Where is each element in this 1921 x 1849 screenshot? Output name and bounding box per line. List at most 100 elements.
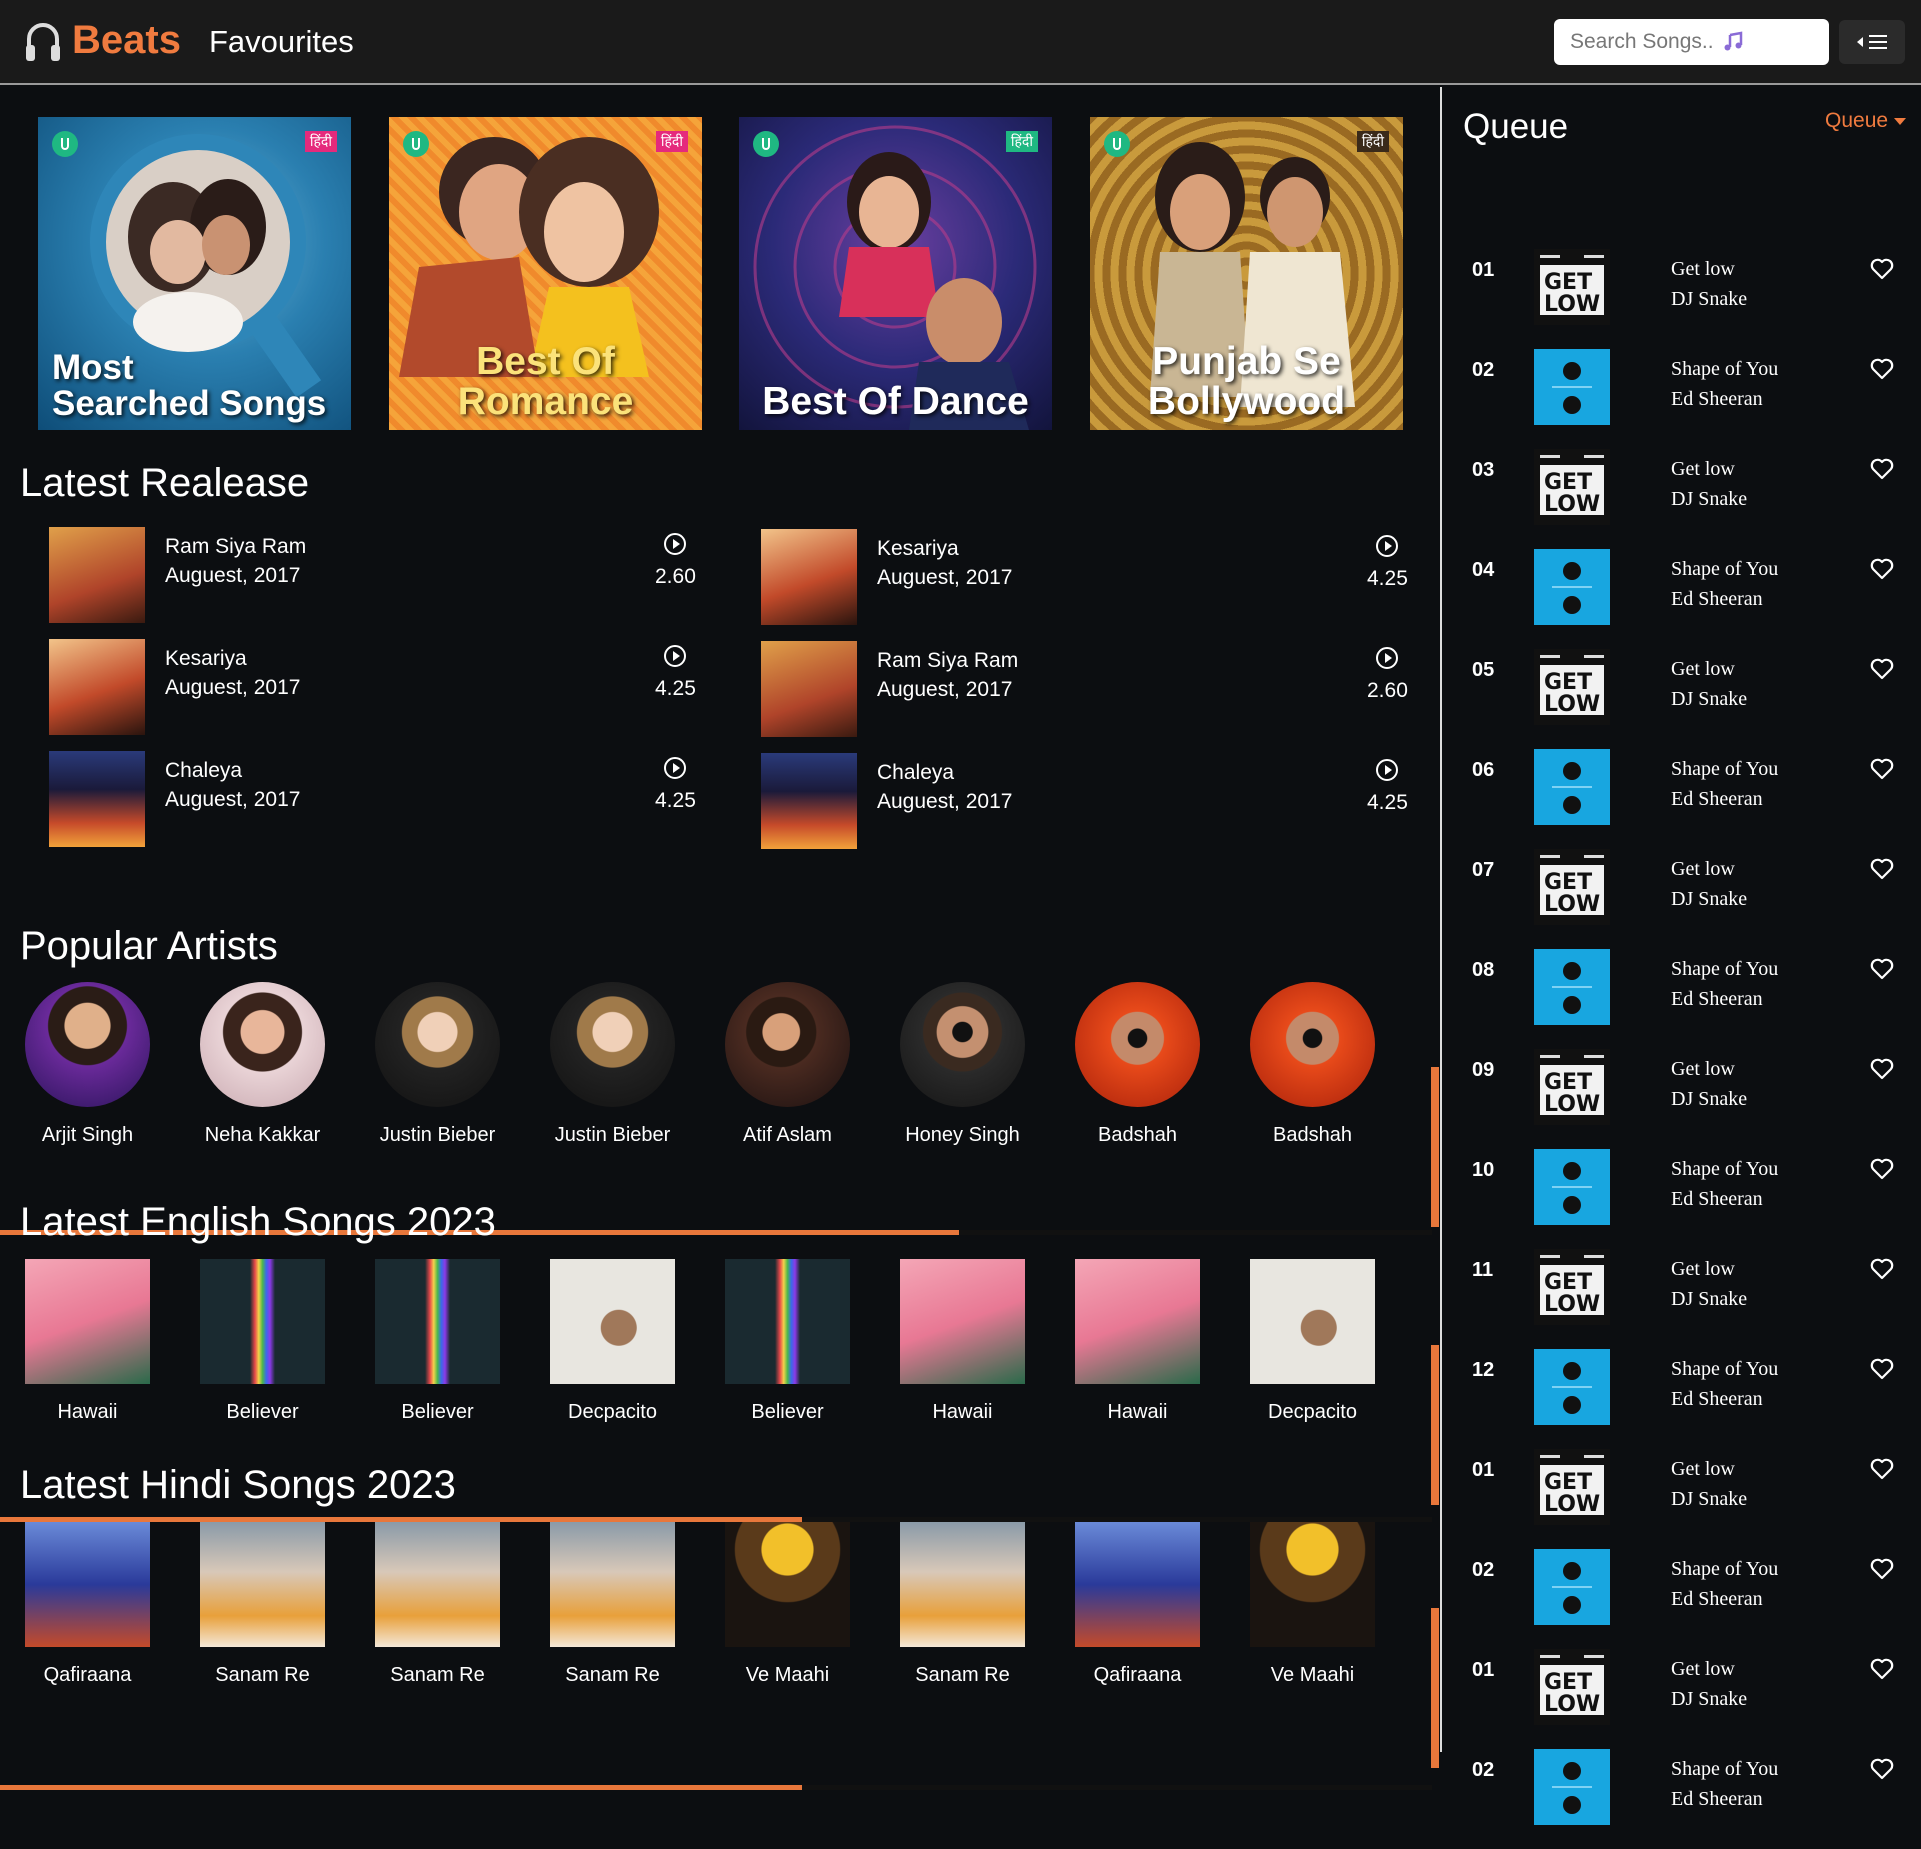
queue-song-title: Get low (1671, 258, 1735, 280)
search-input[interactable]: Search Songs.. (1554, 19, 1829, 65)
banner-best-of-dance[interactable]: हिंदी Best Of Dance (739, 117, 1052, 430)
artist-photo (375, 982, 500, 1107)
heart-icon[interactable] (1870, 1658, 1894, 1680)
artist-card[interactable]: Arjit Singh (0, 982, 175, 1147)
song-card[interactable]: Decpacito (525, 1259, 700, 1424)
queue-item[interactable]: 06 Shape of You Ed Sheeran (1442, 749, 1920, 849)
queue-item[interactable]: 12 Shape of You Ed Sheeran (1442, 1349, 1920, 1449)
vertical-scrollbar-thumb[interactable] (1431, 1608, 1439, 1768)
song-card[interactable]: Ve Maahi (1225, 1522, 1400, 1687)
hindi-songs-scrollbar-thumb[interactable] (0, 1785, 802, 1790)
heart-icon[interactable] (1870, 458, 1894, 480)
heart-icon[interactable] (1870, 1358, 1894, 1380)
play-icon[interactable] (1376, 647, 1398, 669)
release-item[interactable]: Ram Siya Ram Auguest, 2017 2.60 (21, 527, 696, 623)
artist-card[interactable]: Neha Kakkar (175, 982, 350, 1147)
artist-name: Badshah (1273, 1124, 1352, 1146)
heart-icon[interactable] (1870, 958, 1894, 980)
play-icon[interactable] (664, 645, 686, 667)
heart-icon[interactable] (1870, 858, 1894, 880)
song-card[interactable]: Hawaii (0, 1259, 175, 1424)
app-logo-icon (1104, 131, 1130, 157)
queue-item[interactable]: 02 Shape of You Ed Sheeran (1442, 1749, 1920, 1849)
artist-card[interactable]: Atif Aslam (700, 982, 875, 1147)
toggle-queue-button[interactable] (1839, 20, 1905, 64)
song-title: Decpacito (568, 1401, 657, 1423)
heart-icon[interactable] (1870, 358, 1894, 380)
song-card[interactable]: Sanam Re (175, 1522, 350, 1687)
artist-card[interactable]: Justin Bieber (525, 982, 700, 1147)
song-card[interactable]: Qafiraana (1050, 1522, 1225, 1687)
song-card[interactable]: Sanam Re (525, 1522, 700, 1687)
vertical-scrollbar-thumb[interactable] (1431, 1345, 1439, 1505)
queue-item[interactable]: 03 GET LOW Get low DJ Snake (1442, 449, 1920, 549)
heart-icon[interactable] (1870, 1458, 1894, 1480)
artist-card[interactable]: Honey Singh (875, 982, 1050, 1147)
artist-card[interactable]: Badshah (1050, 982, 1225, 1147)
release-item[interactable]: Kesariya Auguest, 2017 4.25 (21, 639, 696, 735)
banner-best-of-romance[interactable]: हिंदी Best Of Romance (389, 117, 702, 430)
release-item[interactable]: Ram Siya Ram Auguest, 2017 2.60 (733, 641, 1408, 737)
heart-icon[interactable] (1870, 558, 1894, 580)
queue-artist: Ed Sheeran (1671, 388, 1763, 410)
heart-icon[interactable] (1870, 758, 1894, 780)
queue-item[interactable]: 02 Shape of You Ed Sheeran (1442, 349, 1920, 449)
release-item[interactable]: Chaleya Auguest, 2017 4.25 (21, 751, 696, 847)
song-card[interactable]: Ve Maahi (700, 1522, 875, 1687)
play-icon[interactable] (1376, 535, 1398, 557)
song-card[interactable]: Hawaii (875, 1259, 1050, 1424)
artist-card[interactable]: Badshah (1225, 982, 1400, 1147)
hindi-songs-scrollbar[interactable] (0, 1785, 1432, 1790)
heart-icon[interactable] (1870, 1558, 1894, 1580)
release-date: Auguest, 2017 (165, 676, 301, 699)
queue-item[interactable]: 07 GET LOW Get low DJ Snake (1442, 849, 1920, 949)
artist-card[interactable]: Justin Bieber (350, 982, 525, 1147)
heart-icon[interactable] (1870, 1758, 1894, 1780)
queue-item[interactable]: 05 GET LOW Get low DJ Snake (1442, 649, 1920, 749)
heart-icon[interactable] (1870, 658, 1894, 680)
song-cover (900, 1522, 1025, 1647)
artist-name: Justin Bieber (379, 1124, 496, 1146)
song-card[interactable]: Sanam Re (350, 1522, 525, 1687)
song-card[interactable]: Believer (175, 1259, 350, 1424)
song-card[interactable]: Hawaii (1050, 1259, 1225, 1424)
queue-item[interactable]: 01 GET LOW Get low DJ Snake (1442, 1649, 1920, 1749)
song-card[interactable]: Sanam Re (875, 1522, 1050, 1687)
play-icon[interactable] (1376, 759, 1398, 781)
queue-item[interactable]: 04 Shape of You Ed Sheeran (1442, 549, 1920, 649)
banner-most-searched[interactable]: हिंदी Most Searched Songs (38, 117, 351, 430)
heart-icon[interactable] (1870, 1158, 1894, 1180)
song-title: Sanam Re (565, 1664, 660, 1686)
song-card[interactable]: Believer (700, 1259, 875, 1424)
play-icon[interactable] (664, 533, 686, 555)
vertical-scrollbar-thumb[interactable] (1431, 1067, 1439, 1227)
queue-song-title: Shape of You (1671, 558, 1779, 580)
release-item[interactable]: Kesariya Auguest, 2017 4.25 (733, 529, 1408, 625)
song-title: Believer (751, 1401, 824, 1423)
song-card[interactable]: Believer (350, 1259, 525, 1424)
language-badge: हिंदी (1005, 131, 1038, 152)
heart-icon[interactable] (1870, 1258, 1894, 1280)
heart-icon[interactable] (1870, 1058, 1894, 1080)
get-low-cover: GET LOW (1534, 1249, 1610, 1325)
play-icon[interactable] (664, 757, 686, 779)
song-cover (25, 1522, 150, 1647)
heart-icon[interactable] (1870, 258, 1894, 280)
song-cover (550, 1259, 675, 1384)
queue-dropdown[interactable]: Queue (1825, 109, 1907, 133)
queue-item[interactable]: 08 Shape of You Ed Sheeran (1442, 949, 1920, 1049)
queue-item[interactable]: 02 Shape of You Ed Sheeran (1442, 1549, 1920, 1649)
song-card[interactable]: Qafiraana (0, 1522, 175, 1687)
song-card[interactable]: Decpacito (1225, 1259, 1400, 1424)
queue-item[interactable]: 10 Shape of You Ed Sheeran (1442, 1149, 1920, 1249)
queue-item[interactable]: 11 GET LOW Get low DJ Snake (1442, 1249, 1920, 1349)
song-cover (200, 1259, 325, 1384)
nav-favourites-link[interactable]: Favourites (209, 24, 354, 60)
release-item[interactable]: Chaleya Auguest, 2017 4.25 (733, 753, 1408, 849)
brand[interactable]: Beats (24, 18, 181, 63)
queue-item[interactable]: 01 GET LOW Get low DJ Snake (1442, 249, 1920, 349)
queue-item[interactable]: 01 GET LOW Get low DJ Snake (1442, 1449, 1920, 1549)
banner-punjab-se-bollywood[interactable]: हिंदी Punjab Se Bollywood (1090, 117, 1403, 430)
queue-item[interactable]: 09 GET LOW Get low DJ Snake (1442, 1049, 1920, 1149)
album-art (49, 751, 145, 847)
